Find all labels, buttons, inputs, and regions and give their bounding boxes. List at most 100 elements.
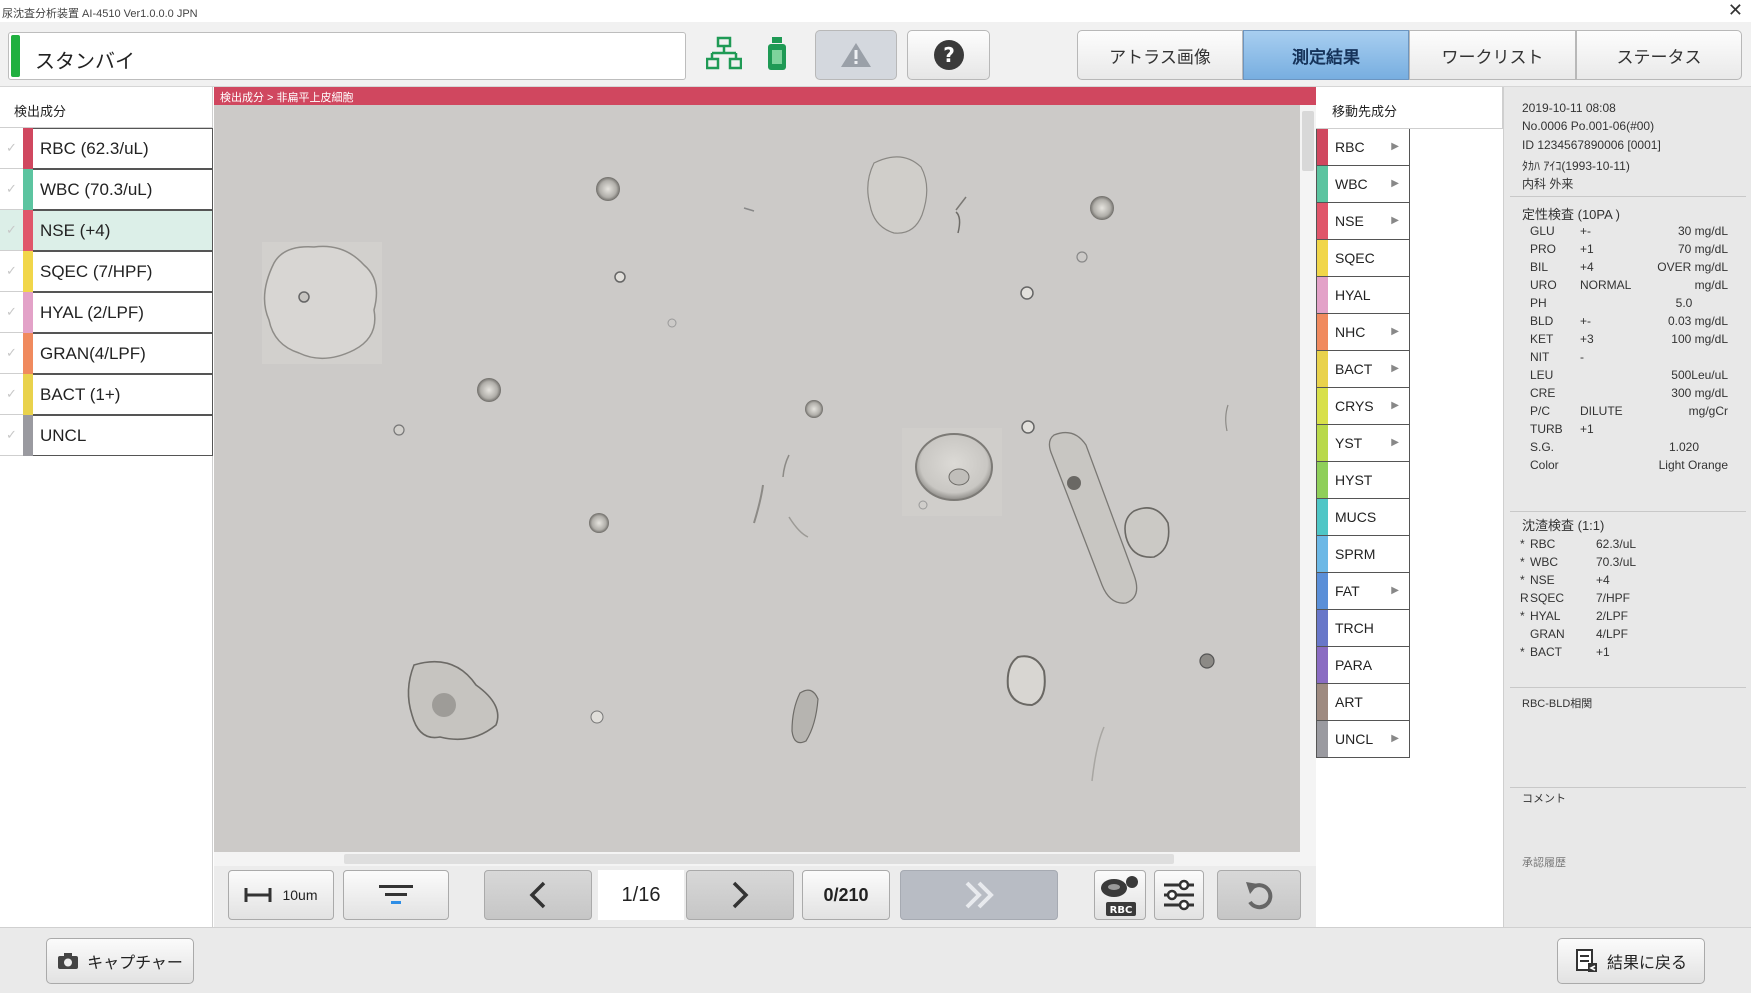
destination-item[interactable]: YST ▶ bbox=[1316, 425, 1410, 462]
destination-item[interactable]: WBC ▶ bbox=[1316, 166, 1410, 203]
sediment-item-mark: * bbox=[1520, 573, 1525, 587]
sediment-item-mark: * bbox=[1520, 645, 1525, 659]
undo-button[interactable] bbox=[1217, 870, 1301, 920]
info-divider bbox=[1510, 196, 1746, 197]
destination-item[interactable]: NSE ▶ bbox=[1316, 203, 1410, 240]
qualitative-item-name: P/C bbox=[1530, 404, 1551, 418]
destination-item[interactable]: CRYS ▶ bbox=[1316, 388, 1410, 425]
scale-label: 10um bbox=[282, 887, 318, 903]
qualitative-row: P/C DILUTE mg/gCr bbox=[1504, 404, 1751, 424]
check-icon: ✓ bbox=[6, 222, 17, 237]
qualitative-item-name: LEU bbox=[1530, 368, 1554, 382]
count-button[interactable]: 0/210 bbox=[802, 870, 890, 920]
qualitative-row: CRE 300 mg/dL bbox=[1504, 386, 1751, 406]
tab-worklist[interactable]: ワークリスト bbox=[1409, 30, 1576, 80]
sediment-row: * WBC 70.3/uL bbox=[1504, 555, 1751, 575]
close-icon[interactable]: ✕ bbox=[1728, 1, 1743, 19]
destination-item[interactable]: RBC ▶ bbox=[1316, 129, 1410, 166]
qualitative-item-value: 5.0 bbox=[1675, 296, 1693, 310]
color-swatch bbox=[1317, 203, 1328, 239]
horizontal-scrollbar-thumb[interactable] bbox=[344, 854, 1174, 864]
destination-item[interactable]: TRCH bbox=[1316, 610, 1410, 647]
check-icon: ✓ bbox=[6, 263, 17, 278]
qualitative-row: BLD +- 0.03 mg/dL bbox=[1504, 314, 1751, 334]
detected-item[interactable]: ✓ BACT (1+) bbox=[0, 374, 213, 415]
sediment-item-name: WBC bbox=[1530, 555, 1558, 569]
rbc-mode-button[interactable]: RBC bbox=[1094, 870, 1146, 920]
destination-item[interactable]: SQEC bbox=[1316, 240, 1410, 277]
triangle-right-icon: ▶ bbox=[1391, 437, 1399, 448]
rbc-cells-icon: RBC bbox=[1101, 876, 1138, 916]
destination-item[interactable]: FAT ▶ bbox=[1316, 573, 1410, 610]
qualitative-item-value: 1.020 bbox=[1668, 440, 1700, 454]
filter-button[interactable] bbox=[343, 870, 449, 920]
triangle-right-icon: ▶ bbox=[1391, 363, 1399, 374]
detected-item[interactable]: ✓ WBC (70.3/uL) bbox=[0, 169, 213, 210]
reagent-bottle-icon[interactable] bbox=[764, 36, 790, 72]
vertical-scrollbar-thumb[interactable] bbox=[1302, 111, 1314, 171]
destination-item[interactable]: ART bbox=[1316, 684, 1410, 721]
color-swatch bbox=[1317, 314, 1328, 350]
qualitative-row: PH 5.0 bbox=[1504, 296, 1751, 316]
qualitative-item-value: 300 mg/dL bbox=[1671, 386, 1728, 400]
horizontal-scrollbar[interactable] bbox=[214, 852, 1316, 866]
sediment-item-value: 7/HPF bbox=[1596, 591, 1631, 605]
destination-header-label: 移動先成分 bbox=[1332, 104, 1398, 119]
tab-results[interactable]: 測定結果 bbox=[1243, 30, 1409, 80]
warning-button[interactable] bbox=[815, 30, 897, 80]
destination-components-panel: 移動先成分 RBC ▶ WBC ▶ NSE ▶ SQEC HYAL NHC ▶ BACT ▶ CRYS ▶… bbox=[1316, 87, 1503, 927]
destination-item[interactable]: PARA bbox=[1316, 647, 1410, 684]
network-icon[interactable] bbox=[706, 36, 742, 72]
patient-name: ﾀｶﾊ ｱｲｺ(1993-10-11) bbox=[1522, 159, 1630, 173]
return-document-icon bbox=[1575, 949, 1597, 972]
destination-item[interactable]: BACT ▶ bbox=[1316, 351, 1410, 388]
check-icon: ✓ bbox=[6, 427, 17, 442]
destination-item[interactable]: UNCL ▶ bbox=[1316, 721, 1410, 758]
destination-item-label: SPRM bbox=[1335, 546, 1376, 562]
check-icon: ✓ bbox=[6, 345, 17, 360]
detected-item[interactable]: ✓ HYAL (2/LPF) bbox=[0, 292, 213, 333]
detected-item[interactable]: ✓ GRAN(4/LPF) bbox=[0, 333, 213, 374]
sediment-item-name: SQEC bbox=[1530, 591, 1565, 605]
destination-item[interactable]: MUCS bbox=[1316, 499, 1410, 536]
qualitative-item-result: +1 bbox=[1580, 242, 1594, 256]
detected-item[interactable]: ✓ RBC (62.3/uL) bbox=[0, 128, 213, 169]
capture-button[interactable]: キャプチャー bbox=[46, 938, 194, 984]
tab-atlas[interactable]: アトラス画像 bbox=[1077, 30, 1243, 80]
qualitative-item-name: PH bbox=[1530, 296, 1547, 310]
qualitative-row: Color Light Orange bbox=[1504, 458, 1751, 478]
prev-page-button[interactable] bbox=[484, 870, 592, 920]
destination-item-label: UNCL bbox=[1335, 731, 1374, 747]
qualitative-title: 定性検査 (10PA ) bbox=[1522, 207, 1621, 222]
qualitative-item-value: 30 mg/dL bbox=[1677, 224, 1728, 238]
triangle-right-icon: ▶ bbox=[1391, 326, 1399, 337]
destination-item-label: NSE bbox=[1335, 213, 1364, 229]
sliders-icon bbox=[1164, 879, 1194, 911]
back-to-results-button[interactable]: 結果に戻る bbox=[1557, 938, 1705, 984]
destination-item[interactable]: NHC ▶ bbox=[1316, 314, 1410, 351]
destination-item[interactable]: SPRM bbox=[1316, 536, 1410, 573]
detected-item-label: UNCL bbox=[40, 426, 87, 445]
skip-forward-button[interactable] bbox=[900, 870, 1058, 920]
scale-button[interactable]: 10um bbox=[228, 870, 334, 920]
destination-item[interactable]: HYST bbox=[1316, 462, 1410, 499]
back-to-results-label: 結果に戻る bbox=[1606, 955, 1687, 972]
next-page-button[interactable] bbox=[686, 870, 794, 920]
destination-item[interactable]: HYAL bbox=[1316, 277, 1410, 314]
qualitative-item-result: - bbox=[1580, 350, 1584, 364]
detected-item[interactable]: ✓ UNCL bbox=[0, 415, 213, 456]
qualitative-row: S.G. 1.020 bbox=[1504, 440, 1751, 460]
window-title: 尿沈査分析装置 AI-4510 Ver1.0.0.0 JPN bbox=[2, 8, 198, 20]
qualitative-item-name: PRO bbox=[1530, 242, 1557, 256]
detected-item[interactable]: ✓ SQEC (7/HPF) bbox=[0, 251, 213, 292]
check-icon: ✓ bbox=[6, 181, 17, 196]
scale-bar-icon bbox=[244, 888, 272, 902]
tab-status[interactable]: ステータス bbox=[1576, 30, 1742, 80]
help-button[interactable]: ? bbox=[907, 30, 990, 80]
page-indicator: 1/16 bbox=[598, 870, 684, 920]
chevron-left-icon bbox=[529, 881, 546, 909]
detected-item[interactable]: ✓ NSE (+4) bbox=[0, 210, 213, 251]
adjust-settings-button[interactable] bbox=[1154, 870, 1204, 920]
vertical-scrollbar[interactable] bbox=[1300, 105, 1316, 852]
microscopy-image[interactable] bbox=[214, 105, 1300, 852]
